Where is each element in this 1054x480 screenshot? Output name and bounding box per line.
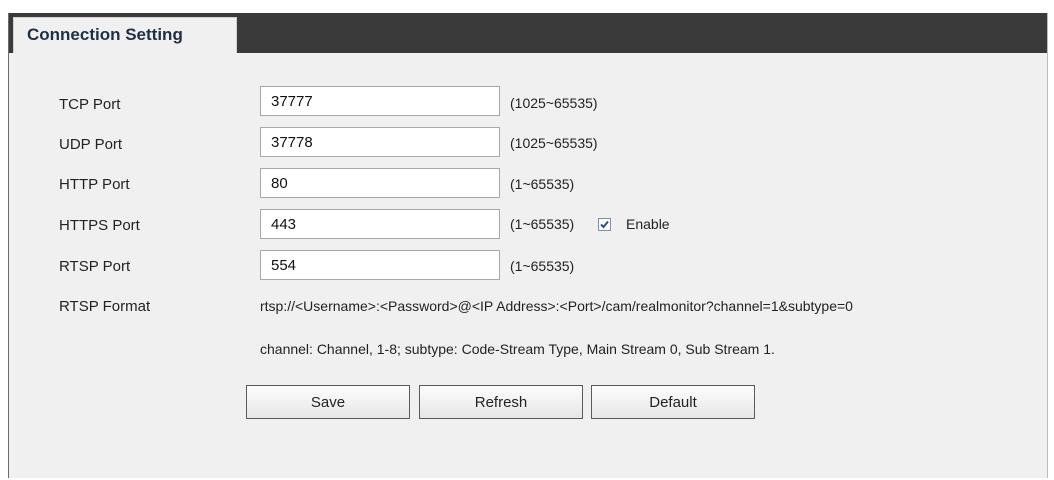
udp-port-label: UDP Port [59, 136, 123, 153]
rtsp-port-label: RTSP Port [59, 258, 131, 275]
https-port-label: HTTPS Port [59, 217, 140, 234]
https-enable-checkbox[interactable] [598, 218, 611, 231]
rtsp-format-label: RTSP Format [59, 298, 151, 315]
tab-connection-setting[interactable]: Connection Setting [13, 17, 237, 53]
http-port-range: (1~65535) [510, 176, 575, 192]
rtsp-format-url: rtsp://<Username>:<Password>@<IP Address… [260, 298, 853, 314]
https-enable-label: Enable [626, 216, 670, 232]
http-port-input[interactable] [260, 168, 500, 198]
rtsp-port-range: (1~65535) [510, 258, 575, 274]
tcp-port-range: (1025~65535) [510, 95, 598, 111]
tcp-port-input[interactable] [260, 86, 500, 116]
rtsp-format-note: channel: Channel, 1-8; subtype: Code-Str… [260, 341, 775, 357]
rtsp-port-input[interactable] [260, 250, 500, 280]
refresh-button[interactable]: Refresh [419, 385, 583, 419]
https-port-input[interactable] [260, 209, 500, 239]
save-button[interactable]: Save [246, 385, 410, 419]
tcp-port-label: TCP Port [59, 96, 121, 113]
checkmark-icon [600, 220, 609, 229]
udp-port-range: (1025~65535) [510, 135, 598, 151]
https-port-range: (1~65535) [510, 216, 575, 232]
default-button[interactable]: Default [591, 385, 755, 419]
udp-port-input[interactable] [260, 127, 500, 157]
http-port-label: HTTP Port [59, 176, 130, 193]
